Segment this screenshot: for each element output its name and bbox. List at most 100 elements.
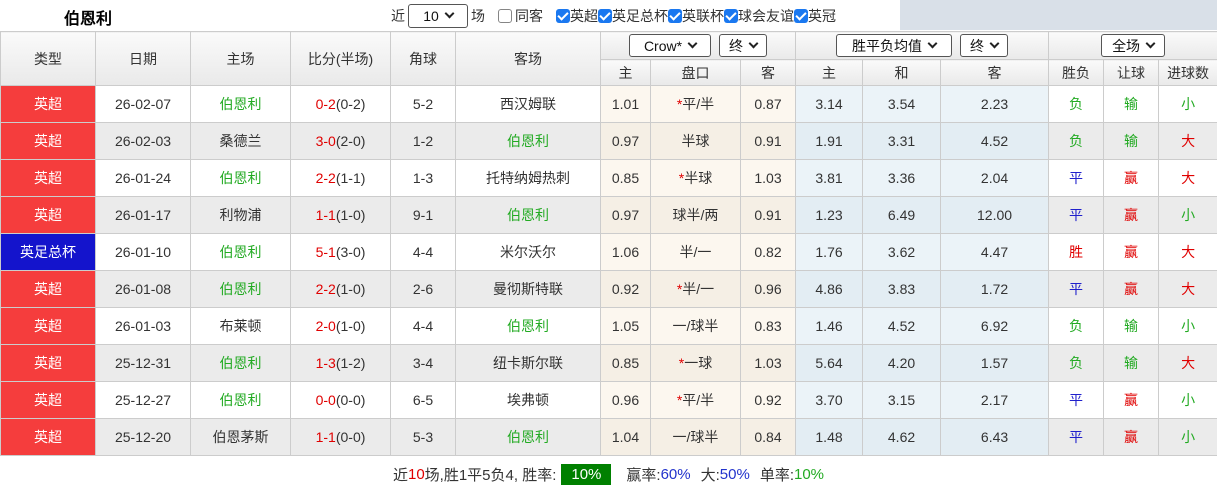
chevron-down-icon — [444, 9, 454, 19]
home-team: 桑德兰 — [191, 123, 291, 160]
scope-select[interactable]: 全场 — [1101, 34, 1165, 57]
halftime-score: (1-2) — [336, 355, 366, 371]
result-handicap: 输 — [1104, 123, 1159, 160]
eu-away-odds: 2.04 — [941, 160, 1049, 197]
score: 0-2(0-2) — [291, 86, 391, 123]
eu-home-odds: 1.91 — [796, 123, 863, 160]
ah-line: *平/半 — [651, 382, 741, 419]
result-outcome: 负 — [1049, 308, 1104, 345]
away-team: 伯恩利 — [456, 308, 601, 345]
score: 3-0(2-0) — [291, 123, 391, 160]
col-header-goals: 进球数 — [1159, 60, 1217, 86]
league-label-championship: 英冠 — [808, 6, 836, 26]
table-row: 英足总杯 26-01-10 伯恩利 5-1(3-0) 4-4 米尔沃尔 1.06… — [1, 234, 1217, 271]
league-checkbox-friendly[interactable] — [724, 9, 738, 23]
ah-home-odds: 1.01 — [601, 86, 651, 123]
league-checkbox-premier[interactable] — [556, 9, 570, 23]
single-value: 10% — [794, 466, 824, 483]
eu-draw-odds: 3.15 — [863, 382, 941, 419]
eu-home-odds: 3.14 — [796, 86, 863, 123]
corners: 1-3 — [391, 160, 456, 197]
match-type: 英超 — [1, 308, 96, 345]
home-team: 伯恩茅斯 — [191, 419, 291, 456]
league-label-friendly: 球会友谊 — [738, 6, 794, 26]
league-checkbox-facup[interactable] — [598, 9, 612, 23]
result-goals: 小 — [1159, 86, 1217, 123]
eu-home-odds: 4.86 — [796, 271, 863, 308]
match-type: 英超 — [1, 382, 96, 419]
home-team: 伯恩利 — [191, 86, 291, 123]
match-date: 26-01-03 — [96, 308, 191, 345]
halftime-score: (0-2) — [336, 96, 366, 112]
euro-mean-select[interactable]: 胜平负均值 — [836, 34, 952, 57]
eu-away-odds: 1.72 — [941, 271, 1049, 308]
match-date: 26-01-24 — [96, 160, 191, 197]
euro-odds-group-header: 胜平负均值 终 — [796, 32, 1049, 60]
eu-away-odds: 4.52 — [941, 123, 1049, 160]
match-date: 25-12-31 — [96, 345, 191, 382]
eu-away-odds: 12.00 — [941, 197, 1049, 234]
result-handicap: 输 — [1104, 308, 1159, 345]
ah-line: 半球 — [651, 123, 741, 160]
big-value: 50% — [720, 466, 750, 483]
score: 2-2(1-1) — [291, 160, 391, 197]
home-team: 伯恩利 — [191, 160, 291, 197]
home-team: 伯恩利 — [191, 271, 291, 308]
fulltime-score: 2-0 — [316, 318, 336, 334]
corners: 9-1 — [391, 197, 456, 234]
same-away-checkbox[interactable] — [498, 9, 512, 23]
match-type: 英超 — [1, 86, 96, 123]
ah-home-odds: 0.92 — [601, 271, 651, 308]
home-team: 布莱顿 — [191, 308, 291, 345]
col-header-handicap-result: 让球 — [1104, 60, 1159, 86]
halftime-score: (0-0) — [336, 429, 366, 445]
result-outcome: 负 — [1049, 123, 1104, 160]
col-header-eu-away: 客 — [941, 60, 1049, 86]
result-handicap: 赢 — [1104, 234, 1159, 271]
chevron-down-icon — [688, 39, 698, 49]
away-team: 纽卡斯尔联 — [456, 345, 601, 382]
home-team: 伯恩利 — [191, 234, 291, 271]
handicap-time-select[interactable]: 终 — [719, 34, 767, 57]
table-row: 英超 26-01-03 布莱顿 2-0(1-0) 4-4 伯恩利 1.05 一/… — [1, 308, 1217, 345]
match-history-table: 类型 日期 主场 比分(半场) 角球 客场 Crow* 终 — [0, 31, 1217, 456]
euro-time-select[interactable]: 终 — [960, 34, 1008, 57]
result-outcome: 平 — [1049, 271, 1104, 308]
eu-away-odds: 2.17 — [941, 382, 1049, 419]
table-row: 英超 25-12-31 伯恩利 1-3(1-2) 3-4 纽卡斯尔联 0.85 … — [1, 345, 1217, 382]
away-team: 托特纳姆热刺 — [456, 160, 601, 197]
eu-home-odds: 1.76 — [796, 234, 863, 271]
result-outcome: 负 — [1049, 345, 1104, 382]
top-bar: 伯恩利 近 10 场 同客 英超 英足总杯 英联杯 球会友谊 英冠 — [0, 0, 1217, 31]
col-header-corner: 角球 — [391, 32, 456, 86]
eu-draw-odds: 4.52 — [863, 308, 941, 345]
chevron-down-icon — [928, 39, 938, 49]
result-handicap: 赢 — [1104, 197, 1159, 234]
result-outcome: 胜 — [1049, 234, 1104, 271]
away-team: 米尔沃尔 — [456, 234, 601, 271]
summary-prefix: 近 — [393, 464, 408, 485]
bookmaker-select[interactable]: Crow* — [629, 34, 711, 57]
league-checkbox-eflcup[interactable] — [668, 9, 682, 23]
summary-stats: 场,胜1平5负4, 胜率: — [425, 464, 557, 485]
eu-draw-odds: 3.31 — [863, 123, 941, 160]
table-row: 英超 26-02-03 桑德兰 3-0(2-0) 1-2 伯恩利 0.97 半球… — [1, 123, 1217, 160]
match-count-select[interactable]: 10 — [408, 4, 468, 28]
away-team: 埃弗顿 — [456, 382, 601, 419]
match-type: 英超 — [1, 271, 96, 308]
ah-line: 一/球半 — [651, 308, 741, 345]
away-team: 曼彻斯特联 — [456, 271, 601, 308]
summary-footer: 近10场,胜1平5负4, 胜率: 10% 赢率:60% 大:50% 单率:10% — [0, 456, 1217, 492]
away-team: 伯恩利 — [456, 123, 601, 160]
fulltime-score: 1-1 — [316, 207, 336, 223]
halftime-score: (1-0) — [336, 281, 366, 297]
eu-away-odds: 1.57 — [941, 345, 1049, 382]
odds-win-value: 60% — [661, 466, 691, 483]
chevron-down-icon — [1146, 39, 1156, 49]
league-label-facup: 英足总杯 — [612, 6, 668, 26]
ah-home-odds: 0.97 — [601, 197, 651, 234]
result-outcome: 负 — [1049, 86, 1104, 123]
league-checkbox-championship[interactable] — [794, 9, 808, 23]
away-team: 西汉姆联 — [456, 86, 601, 123]
ah-home-odds: 0.97 — [601, 123, 651, 160]
